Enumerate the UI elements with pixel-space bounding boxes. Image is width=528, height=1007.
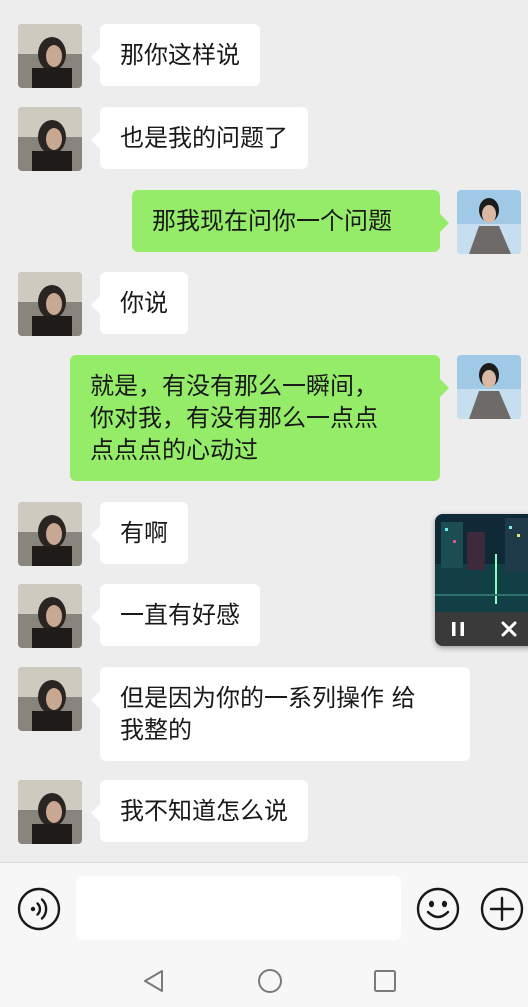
message-bubble[interactable]: 有啊	[91, 502, 188, 564]
message-input[interactable]	[76, 876, 401, 940]
message-text: 就是，有没有那么一瞬间，	[90, 372, 378, 400]
system-nav-bar	[0, 954, 528, 1007]
recents-icon[interactable]	[371, 967, 399, 995]
message-text: 有啊	[120, 519, 168, 547]
contact-avatar[interactable]	[18, 272, 82, 336]
message-bubble[interactable]: 也是我的问题了	[91, 107, 308, 169]
pause-icon[interactable]	[445, 616, 471, 642]
message-text: 你对我，有没有那么一点点	[90, 404, 378, 432]
chat-area: 那你这样说 也是我的问题了 那我现在问你一个问题 你说 就是，有没有那么一瞬间，…	[0, 0, 528, 862]
close-icon[interactable]	[496, 616, 522, 642]
message-text: 也是我的问题了	[120, 124, 288, 152]
contact-avatar[interactable]	[18, 502, 82, 566]
message-text: 点点点的心动过	[90, 436, 258, 464]
floating-music-player[interactable]	[435, 514, 528, 646]
contact-avatar[interactable]	[18, 24, 82, 88]
contact-avatar[interactable]	[18, 584, 82, 648]
message-text: 我整的	[120, 716, 192, 744]
voice-icon[interactable]	[16, 886, 62, 932]
message-bubble[interactable]: 就是，有没有那么一瞬间， 你对我，有没有那么一点点 点点点的心动过	[70, 355, 449, 481]
contact-avatar[interactable]	[18, 780, 82, 844]
message-bubble[interactable]: 一直有好感	[91, 584, 260, 646]
message-text: 你说	[120, 289, 168, 317]
contact-avatar[interactable]	[18, 667, 82, 731]
player-controls	[435, 612, 528, 646]
message-text: 但是因为你的一系列操作 给	[120, 684, 416, 712]
album-cover[interactable]	[435, 514, 528, 612]
message-bubble[interactable]: 我不知道怎么说	[91, 780, 308, 842]
contact-avatar[interactable]	[18, 107, 82, 171]
message-bubble[interactable]: 你说	[91, 272, 188, 334]
message-text: 一直有好感	[120, 601, 240, 629]
message-text: 那你这样说	[120, 41, 240, 69]
input-bar	[0, 862, 528, 954]
message-bubble[interactable]: 但是因为你的一系列操作 给 我整的	[91, 667, 470, 761]
my-avatar[interactable]	[457, 355, 521, 419]
my-avatar[interactable]	[457, 190, 521, 254]
message-text: 那我现在问你一个问题	[152, 207, 392, 235]
message-text: 我不知道怎么说	[120, 797, 288, 825]
message-bubble[interactable]: 那我现在问你一个问题	[132, 190, 449, 252]
plus-icon[interactable]	[479, 886, 525, 932]
home-icon[interactable]	[256, 967, 284, 995]
message-bubble[interactable]: 那你这样说	[91, 24, 260, 86]
back-icon[interactable]	[140, 967, 168, 995]
emoji-icon[interactable]	[415, 886, 461, 932]
